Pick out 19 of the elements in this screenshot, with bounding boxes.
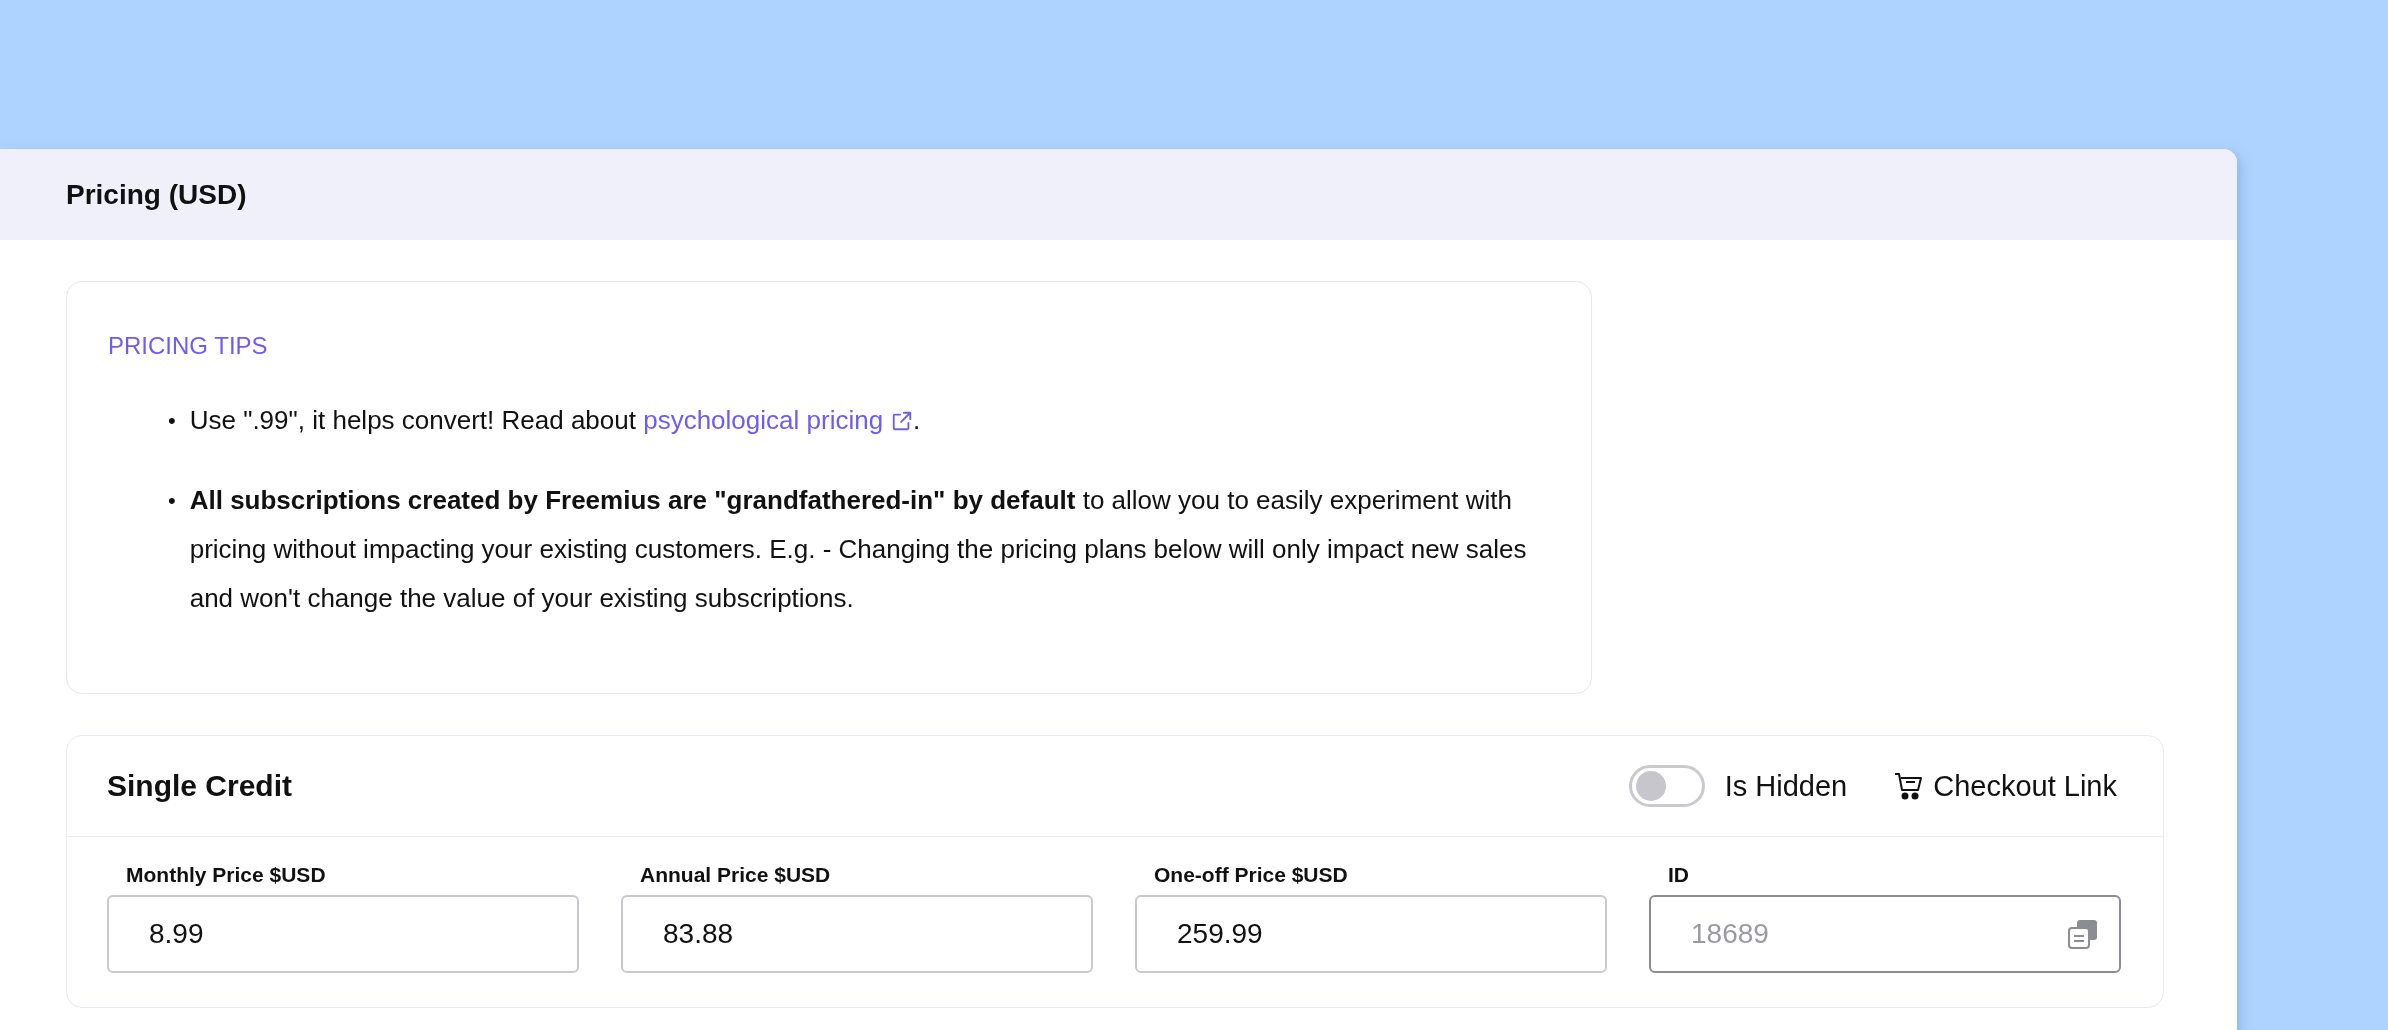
is-hidden-toggle[interactable]: Is Hidden bbox=[1628, 765, 1848, 807]
plan-name: Single Credit bbox=[107, 769, 294, 803]
price-field[interactable]: 83.88 bbox=[621, 895, 1093, 973]
price-field[interactable]: 8.99 bbox=[107, 895, 579, 973]
card-title: Pricing (USD) bbox=[66, 178, 247, 211]
tip-text: All subscriptions created by Freemius are "grandfathered-in" by default to allow you to easily experiment with pricing without impacting your existing customers. E.g. - Changing the pricing plans below will only impact new sales and won't change the value of your existing subscriptions. bbox=[189, 484, 1528, 615]
tips-heading: PRICING TIPS bbox=[108, 332, 269, 360]
bullet: • bbox=[168, 407, 176, 435]
field-label: ID bbox=[1667, 863, 1690, 887]
bullet: • bbox=[168, 487, 176, 515]
tip-text: Use ".99", it helps convert! Read about psychological pricing . bbox=[189, 396, 1547, 445]
external-link-icon bbox=[891, 409, 914, 432]
field-label: One-off Price $USD bbox=[1153, 863, 1349, 887]
field-label: Annual Price $USD bbox=[639, 863, 832, 887]
psychological-pricing-link[interactable]: psychological pricing bbox=[643, 396, 914, 445]
price-field[interactable]: 259.99 bbox=[1135, 895, 1607, 973]
checkout-link-button[interactable]: Checkout Link bbox=[1893, 769, 2117, 803]
field-label: Monthly Price $USD bbox=[125, 863, 327, 887]
copy-icon[interactable] bbox=[2067, 918, 2099, 950]
